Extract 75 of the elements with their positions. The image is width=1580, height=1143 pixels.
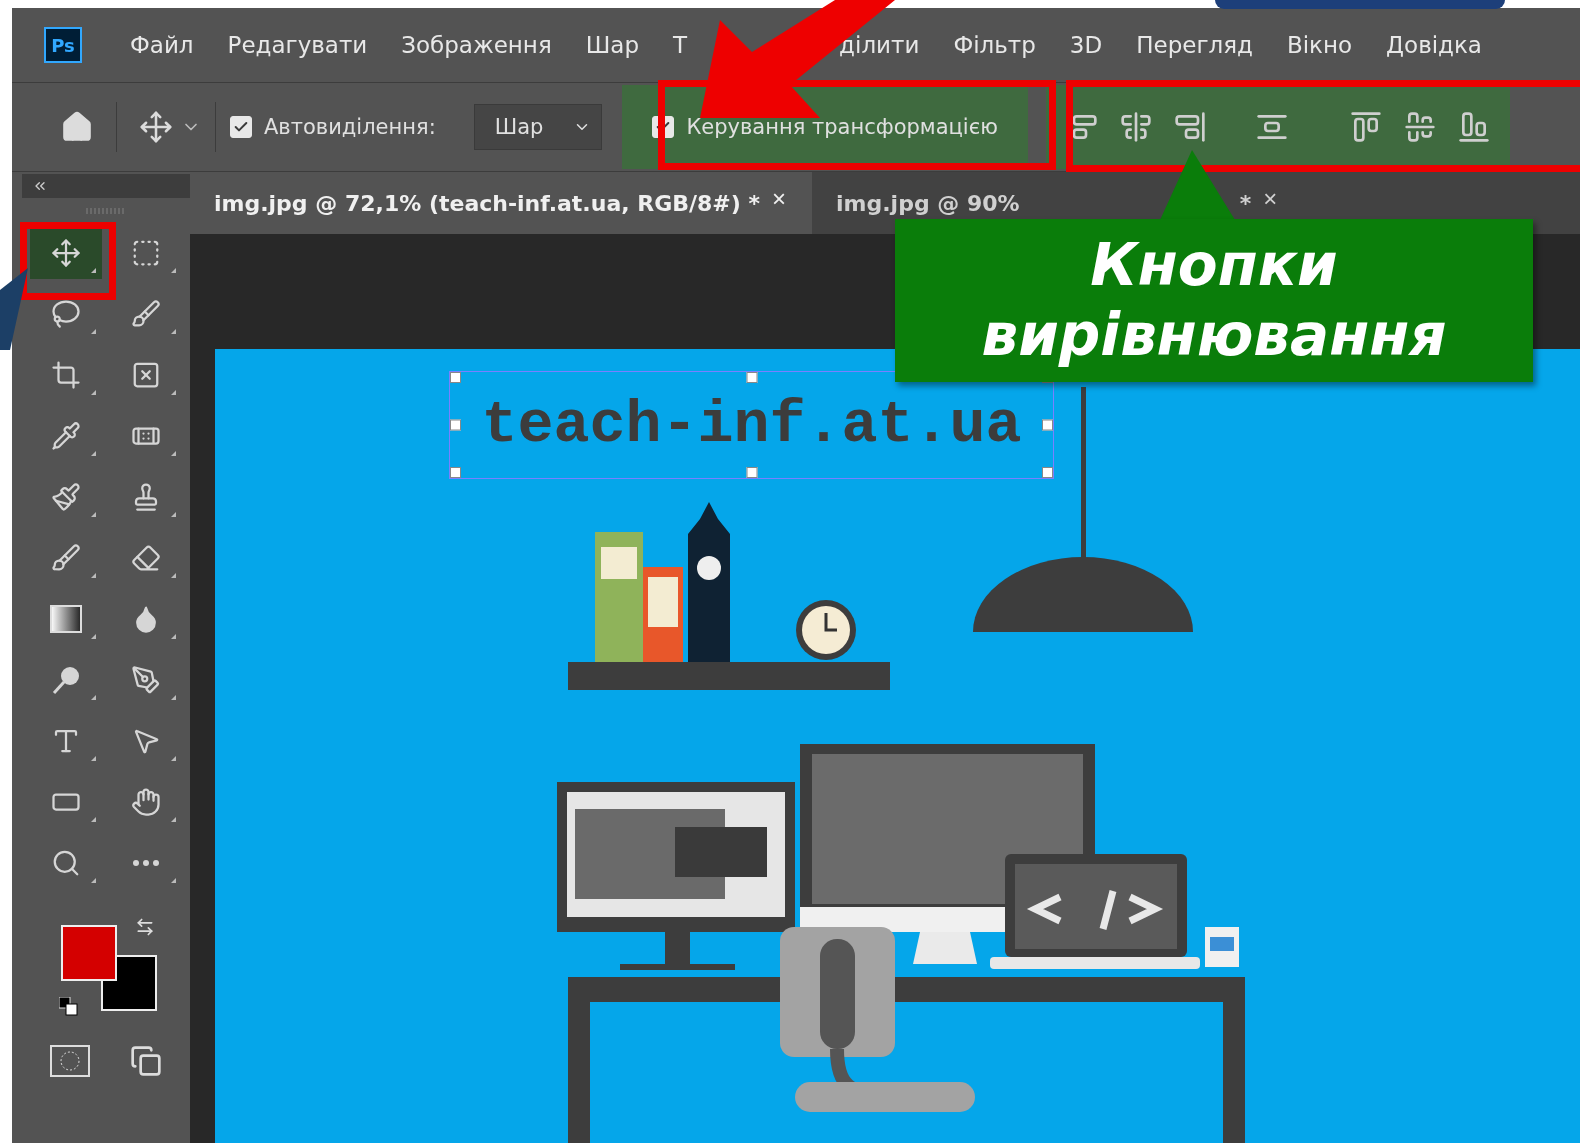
- close-button[interactable]: ×: [770, 187, 789, 211]
- resize-handle[interactable]: [1042, 419, 1053, 431]
- flyout-indicator-icon: [171, 329, 176, 334]
- lasso-icon: [51, 298, 81, 329]
- screen-mode-icon[interactable]: [130, 1045, 162, 1077]
- flyout-indicator-icon: [91, 390, 96, 395]
- flyout-indicator-icon: [171, 878, 176, 883]
- menu-item[interactable]: Довідка: [1386, 32, 1482, 58]
- align-middle-icon[interactable]: [1403, 111, 1436, 143]
- tab-title: img.jpg @ 90%: [836, 190, 1020, 216]
- align-bottom-icon[interactable]: [1457, 111, 1490, 143]
- resize-handle[interactable]: [450, 467, 461, 478]
- flyout-indicator-icon: [91, 512, 96, 517]
- crop-icon: [51, 359, 81, 390]
- quick-select-icon: [131, 298, 161, 329]
- hand-icon: [131, 786, 161, 817]
- dodge-icon: [51, 664, 81, 695]
- flyout-indicator-icon: [171, 695, 176, 700]
- flyout-indicator-icon: [91, 573, 96, 578]
- quick-mask-icon[interactable]: [50, 1045, 90, 1077]
- resize-handle[interactable]: [1042, 467, 1053, 478]
- flyout-indicator-icon: [91, 329, 96, 334]
- text-layer: teach-inf.at.ua: [481, 391, 1022, 459]
- resize-handle[interactable]: [746, 467, 757, 478]
- menu-item[interactable]: 3D: [1069, 32, 1103, 58]
- flyout-indicator-icon: [91, 817, 96, 822]
- flyout-indicator-icon: [171, 268, 176, 273]
- flyout-indicator-icon: [171, 756, 176, 761]
- resize-handle[interactable]: [450, 419, 461, 431]
- history-brush-icon: [51, 542, 81, 573]
- flyout-indicator-icon: [91, 756, 96, 761]
- flyout-indicator-icon: [171, 817, 176, 822]
- menu-item[interactable]: Зображення: [401, 32, 552, 58]
- menu-item[interactable]: Редагувати: [227, 32, 368, 58]
- align-center-icon[interactable]: [1119, 111, 1152, 143]
- pen-icon: [131, 664, 161, 695]
- move-icon: [51, 237, 81, 268]
- swap-icon[interactable]: [135, 917, 155, 937]
- resize-handle[interactable]: [746, 372, 757, 383]
- eyedropper-icon: [51, 420, 81, 451]
- flyout-indicator-icon: [91, 695, 96, 700]
- auto-select-checkbox[interactable]: Автовиділення:: [230, 115, 436, 139]
- menu-item[interactable]: Т: [673, 32, 688, 58]
- menu-item[interactable]: ділити: [839, 32, 920, 58]
- unsaved-mark: *: [1239, 190, 1252, 216]
- flyout-indicator-icon: [171, 512, 176, 517]
- flyout-indicator-icon: [91, 451, 96, 456]
- menu-item[interactable]: Фільтр: [953, 32, 1036, 58]
- flyout-indicator-icon: [171, 451, 176, 456]
- resize-handle[interactable]: [450, 372, 461, 383]
- flyout-indicator-icon: [171, 573, 176, 578]
- flyout-indicator-icon: [91, 268, 96, 273]
- home-icon: [60, 110, 94, 144]
- more-icon: [133, 859, 159, 866]
- menu-item[interactable]: Шар: [585, 32, 640, 58]
- gradient-icon: [50, 604, 82, 633]
- document-tab[interactable]: img.jpg @ 72,1% (teach-inf.at.ua, RGB/8#) * ×: [190, 172, 813, 234]
- align-right-icon[interactable]: [1173, 111, 1206, 143]
- tab-title: img.jpg @ 72,1% (teach-inf.at.ua, RGB/8#) *: [214, 190, 760, 216]
- menu-item[interactable]: Файл: [130, 32, 194, 58]
- move-icon: [139, 110, 173, 144]
- flyout-indicator-icon: [91, 634, 96, 639]
- move-tool[interactable]: [30, 226, 102, 279]
- menu-item[interactable]: Перегляд: [1136, 32, 1253, 58]
- menu-item[interactable]: Вікно: [1286, 32, 1353, 58]
- layer-dropdown[interactable]: Шар: [473, 104, 603, 150]
- app-logo: Ps: [44, 27, 82, 63]
- default-colors-icon[interactable]: [59, 997, 79, 1017]
- transform-controls-checkbox[interactable]: Керування трансформацією: [652, 115, 998, 139]
- flyout-indicator-icon: [171, 634, 176, 639]
- flyout-indicator-icon: [171, 390, 176, 395]
- flyout-indicator-icon: [91, 878, 96, 883]
- align-top-icon[interactable]: [1349, 111, 1382, 143]
- close-button[interactable]: ×: [1261, 187, 1280, 211]
- brush-icon: [51, 481, 81, 512]
